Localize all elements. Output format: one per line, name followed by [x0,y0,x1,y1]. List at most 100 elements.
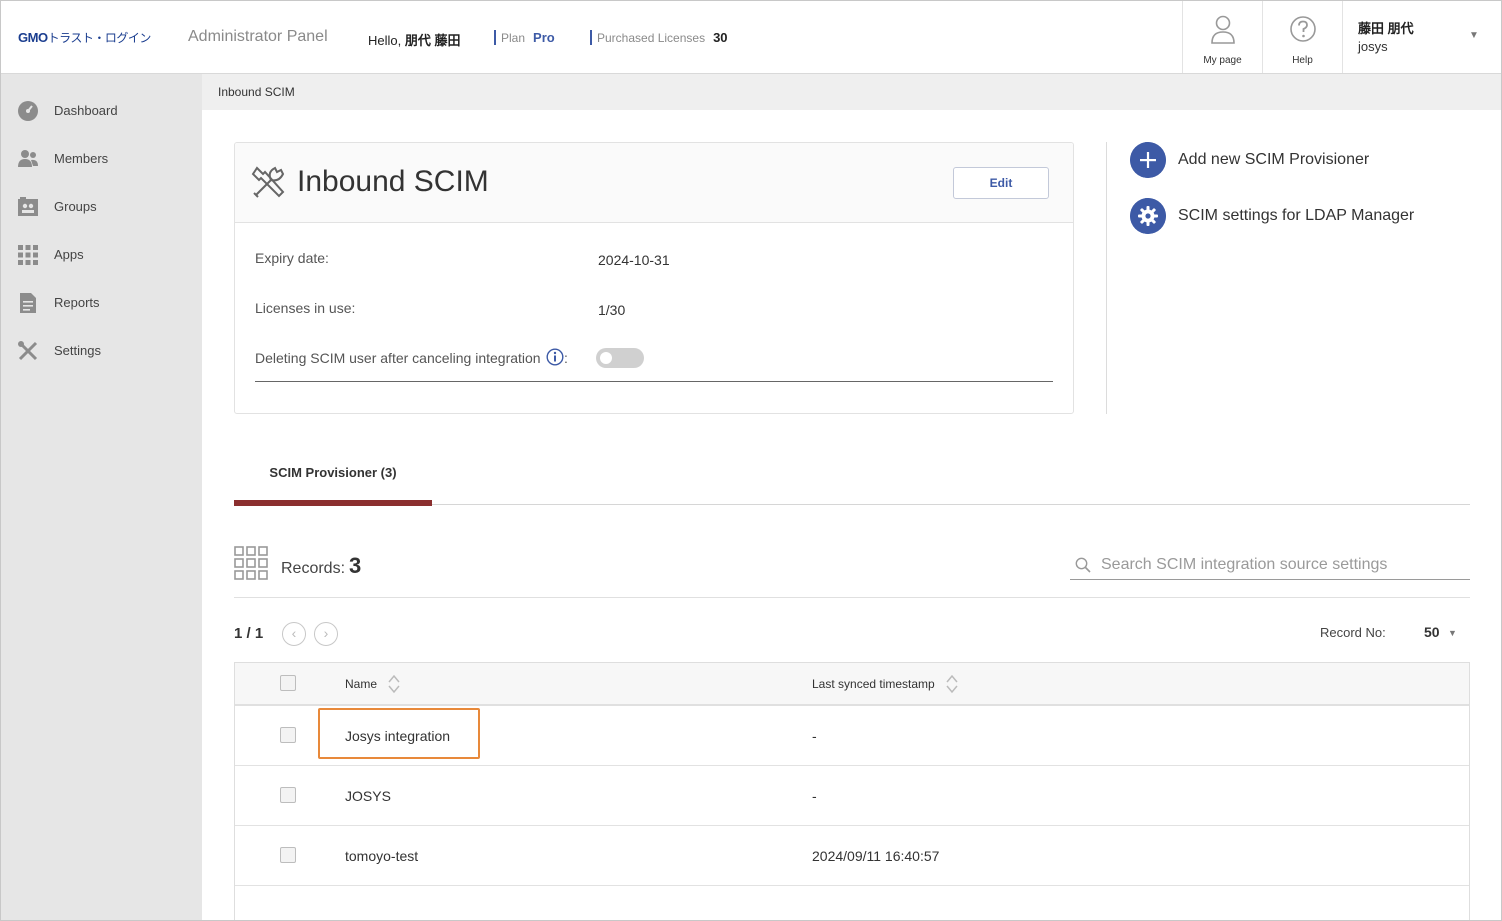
purchased-licenses-label: Purchased Licenses [597,31,706,45]
sidebar-item-dashboard[interactable]: Dashboard [0,91,202,131]
sidebar-item-members[interactable]: Members [0,139,202,179]
search-icon [1075,557,1091,573]
card-header: Inbound SCIM Edit [235,143,1073,223]
page-indicator: 1 / 1 [234,625,264,642]
greeting-prefix: Hello, [368,33,405,48]
user-organization: josys [1358,39,1388,54]
greeting: Hello, 朋代 藤田 [368,30,460,49]
record-no-label: Record No: [1320,625,1386,640]
page-title: Inbound SCIM [297,165,489,198]
row-checkbox[interactable] [280,727,296,743]
next-page-button[interactable]: › [314,622,338,646]
prev-page-button[interactable]: ‹ [282,622,306,646]
top-header: GMOトラスト・ログイン Administrator Panel Hello, … [0,0,1502,74]
sidebar-item-settings[interactable]: Settings [0,331,202,371]
select-all-checkbox[interactable] [280,675,296,691]
active-tab-indicator [234,500,432,506]
help-icon [1290,16,1316,42]
sidebar: Dashboard Members Groups Apps Reports Se… [0,74,202,921]
my-page-label: My page [1203,55,1242,66]
ldap-scim-settings-label: SCIM settings for LDAP Manager [1178,207,1415,224]
sidebar-item-label: Apps [54,247,84,262]
sidebar-item-reports[interactable]: Reports [0,283,202,323]
grid-icon [234,546,268,580]
purchased-licenses-info: Purchased Licenses 30 [590,30,728,45]
row-name-link[interactable]: Josys integration [345,728,450,744]
add-scim-provisioner-label: Add new SCIM Provisioner [1178,151,1370,168]
user-name: 藤田 朋代 [1358,21,1414,36]
licenses-in-use-label: Licenses in use: [255,300,356,316]
row-name-link[interactable]: tomoyo-test [345,848,418,864]
row-checkbox[interactable] [280,847,296,863]
user-menu[interactable]: 藤田 朋代 josys ▼ [1342,0,1502,73]
sort-icon[interactable] [945,673,959,695]
logo-rest: トラスト・ログイン [47,31,152,45]
apps-grid-icon [18,245,38,265]
groups-icon [18,197,38,216]
plan-value: Pro [533,30,555,45]
search-input[interactable] [1101,552,1461,578]
person-icon [1211,15,1235,44]
purchased-licenses-value: 30 [713,30,728,45]
help-button[interactable]: Help [1262,0,1342,73]
sort-icon[interactable] [387,673,401,695]
chevron-down-icon: ▼ [1469,30,1479,41]
gear-icon [1130,198,1166,234]
row-name-link[interactable]: JOSYS [345,788,391,804]
help-label: Help [1292,55,1313,66]
delete-scim-user-toggle[interactable] [596,348,644,368]
app-logo[interactable]: GMOトラスト・ログイン [18,29,151,46]
records-label: Records: [281,560,346,577]
divider [1106,142,1107,414]
table-row[interactable]: Josys integration - [235,706,1469,766]
row-timestamp: 2024/09/11 16:40:57 [812,848,940,864]
scim-provisioner-table: Name Last synced timestamp Josys integra… [234,662,1470,921]
sidebar-item-label: Reports [54,295,100,310]
plan-info: Plan Pro [494,30,555,45]
records-number: 3 [349,553,362,578]
records-count: Records: 3 [281,553,361,579]
info-icon[interactable] [546,348,564,366]
sidebar-item-label: Settings [54,343,101,358]
sidebar-item-label: Members [54,151,109,166]
gauge-icon [18,101,38,121]
edit-button[interactable]: Edit [953,167,1049,199]
breadcrumb-current: Inbound SCIM [218,85,295,99]
column-header-name[interactable]: Name [345,677,377,691]
table-header: Name Last synced timestamp [235,663,1469,706]
tab-label: SCIM Provisioner (3) [269,465,397,480]
divider [234,597,1470,598]
licenses-in-use-value: 1/30 [598,302,626,318]
plus-icon [1130,142,1166,178]
tab-scim-provisioner[interactable]: SCIM Provisioner (3) [234,450,432,506]
breadcrumb: Inbound SCIM [202,74,1502,110]
record-no-select[interactable]: 50 [1424,624,1440,640]
greeting-name: 朋代 藤田 [404,33,461,48]
row-timestamp: - [812,788,817,804]
chevron-down-icon[interactable]: ▼ [1448,628,1457,638]
row-checkbox[interactable] [280,787,296,803]
sidebar-item-groups[interactable]: Groups [0,187,202,227]
my-page-button[interactable]: My page [1182,0,1262,73]
tools-icon [18,341,38,361]
delete-scim-user-label: Deleting SCIM user after canceling integ… [255,350,541,366]
panel-title: Administrator Panel [188,28,328,45]
sidebar-item-label: Dashboard [54,103,118,118]
divider [255,381,1053,382]
expiry-date-value: 2024-10-31 [598,252,670,268]
report-icon [20,293,36,313]
members-icon [18,150,38,167]
sidebar-item-apps[interactable]: Apps [0,235,202,275]
scim-info-card: Inbound SCIM Edit Expiry date: 2024-10-3… [234,142,1074,414]
sidebar-item-label: Groups [54,199,97,214]
plan-label: Plan [501,31,526,45]
table-row[interactable]: JOSYS - [235,766,1469,826]
search-box [1070,550,1470,580]
row-timestamp: - [812,728,817,744]
delete-scim-user-colon: : [564,350,568,366]
expiry-date-label: Expiry date: [255,250,329,266]
tools-icon [251,166,285,198]
logo-brand: GMO [18,30,48,45]
column-header-last-synced[interactable]: Last synced timestamp [812,677,935,691]
table-row[interactable]: tomoyo-test 2024/09/11 16:40:57 [235,826,1469,886]
